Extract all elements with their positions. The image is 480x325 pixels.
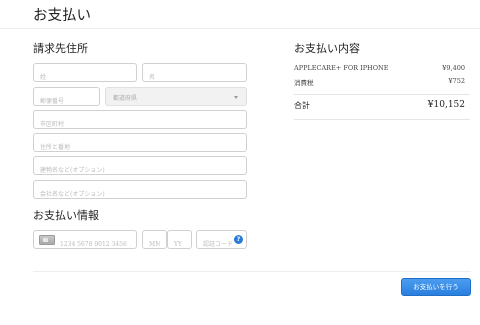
info-icon[interactable]: ?	[234, 235, 243, 244]
city-field[interactable]	[33, 110, 247, 133]
last-name-input[interactable]	[34, 69, 136, 86]
postal-code-field[interactable]	[33, 87, 100, 110]
credit-card-icon	[39, 235, 55, 245]
street-input[interactable]	[34, 139, 246, 156]
summary-section-title: お支払い内容	[294, 42, 360, 55]
total-value: ¥10,152	[427, 100, 465, 110]
payment-section-title: お支払い情報	[33, 209, 99, 222]
billing-section-title: 請求先住所	[33, 42, 88, 55]
street-field[interactable]	[33, 133, 247, 156]
first-name-field[interactable]	[142, 63, 247, 86]
prefecture-select[interactable]: 都道府県	[105, 87, 247, 106]
summary-item: APPLECARE+ FOR IPHONE ¥9,400	[294, 64, 470, 72]
first-name-input[interactable]	[143, 69, 246, 86]
city-input[interactable]	[34, 116, 246, 133]
summary-divider	[294, 119, 470, 120]
page-title: お支払い	[33, 8, 91, 24]
postal-code-input[interactable]	[34, 93, 99, 110]
summary-item-value: ¥752	[448, 77, 465, 85]
summary-item: 消費税 ¥752	[294, 77, 470, 87]
last-name-field[interactable]	[33, 63, 137, 86]
card-number-field[interactable]	[33, 230, 137, 253]
building-field[interactable]	[33, 156, 247, 179]
expiry-year-field[interactable]	[167, 230, 192, 253]
summary-divider	[294, 94, 470, 95]
building-input[interactable]	[34, 162, 246, 179]
summary-item-value: ¥9,400	[442, 64, 465, 72]
security-code-field[interactable]: ?	[196, 230, 247, 253]
total-label: 合計	[294, 101, 310, 110]
prefecture-select-value: 都道府県	[113, 95, 138, 102]
expiry-month-field[interactable]	[142, 230, 167, 253]
company-input[interactable]	[34, 186, 246, 203]
footer-divider	[33, 271, 471, 272]
chevron-down-icon	[234, 96, 238, 99]
pay-button[interactable]: お支払いを行う	[401, 278, 471, 296]
summary-total: 合計 ¥10,152	[294, 100, 470, 111]
summary-item-label: 消費税	[294, 79, 314, 87]
expiry-year-input[interactable]	[168, 236, 191, 253]
expiry-month-input[interactable]	[143, 236, 166, 253]
company-field[interactable]	[33, 180, 247, 203]
summary-item-label: APPLECARE+ FOR IPHONE	[294, 64, 389, 72]
header-divider	[0, 28, 480, 29]
